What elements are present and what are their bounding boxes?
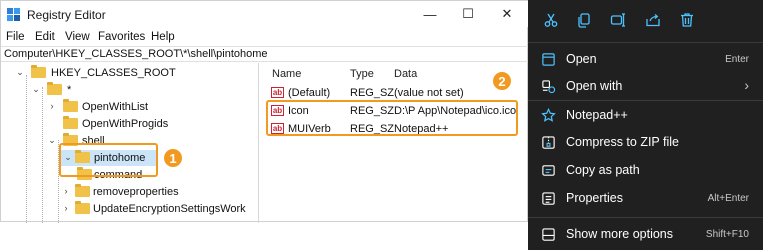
menu-help[interactable]: Help <box>151 31 175 43</box>
chevron-right-icon: › <box>744 77 749 93</box>
copy-button[interactable] <box>573 9 595 31</box>
menu-divider <box>528 42 763 43</box>
tree-item-updateencryptionsettingswork[interactable]: › UpdateEncryptionSettingsWork <box>1 201 258 217</box>
zip-icon <box>540 134 556 150</box>
step-badge-2: 2 <box>491 70 513 92</box>
menu-item-shortcut: Shift+F10 <box>705 229 749 240</box>
cut-button[interactable] <box>540 9 562 31</box>
menu-item-label: Properties <box>566 191 623 205</box>
rename-icon <box>610 13 625 27</box>
title-bar[interactable]: Registry Editor — ☐ ✕ <box>1 1 529 27</box>
tree-item-star[interactable]: ⌄ * <box>1 82 258 98</box>
folder-icon <box>47 82 62 95</box>
tree-item-label: HKEY_CLASSES_ROOT <box>51 67 176 79</box>
cut-icon <box>544 13 558 27</box>
open-with-icon <box>540 78 556 94</box>
menu-divider <box>528 217 763 218</box>
folder-icon <box>75 184 90 197</box>
open-icon <box>540 51 556 67</box>
registry-editor-icon <box>7 8 20 21</box>
quick-actions-bar <box>528 0 763 42</box>
step-badge-1: 1 <box>162 147 184 169</box>
delete-button[interactable] <box>676 9 698 31</box>
close-button[interactable]: ✕ <box>492 5 522 23</box>
folder-icon <box>75 201 90 214</box>
tree-item-label: UpdateEncryptionSettingsWork <box>93 203 246 215</box>
tree-item-label: OpenWithList <box>82 101 149 113</box>
address-bar[interactable]: Computer\HKEY_CLASSES_ROOT\*\shell\pinto… <box>1 46 529 62</box>
value-data: (value not set) <box>394 87 464 99</box>
context-menu: Open Enter Open with › Notepad++ Compres… <box>528 0 763 250</box>
chevron-right-icon[interactable]: › <box>61 203 71 213</box>
menu-item-label: Compress to ZIP file <box>566 135 680 149</box>
menu-bar: File Edit View Favorites Help <box>1 27 529 47</box>
column-header-data[interactable]: Data <box>394 68 417 80</box>
copy-icon <box>578 13 590 28</box>
string-value-icon: ab <box>271 87 284 98</box>
rename-button[interactable] <box>607 9 629 31</box>
more-options-icon <box>540 226 556 242</box>
value-row-default[interactable]: ab (Default) REG_SZ (value not set) <box>263 85 529 101</box>
star-icon <box>540 107 556 123</box>
menu-item-label: Show more options <box>566 227 674 241</box>
copy-path-icon <box>540 162 556 178</box>
value-name: (Default) <box>288 87 331 99</box>
column-header-name[interactable]: Name <box>272 68 301 80</box>
tree-item-openwithlist[interactable]: › OpenWithList <box>1 99 258 115</box>
chevron-right-icon[interactable]: › <box>61 186 71 196</box>
share-icon <box>646 14 660 27</box>
menu-favorites[interactable]: Favorites <box>98 31 145 43</box>
menu-item-copy-as-path[interactable]: Copy as path <box>528 156 763 183</box>
minimize-button[interactable]: — <box>415 5 445 23</box>
maximize-button[interactable]: ☐ <box>453 5 483 23</box>
properties-icon <box>540 190 556 206</box>
chevron-down-icon[interactable]: ⌄ <box>47 135 57 146</box>
window-title: Registry Editor <box>27 8 106 22</box>
share-button[interactable] <box>642 9 664 31</box>
value-type: REG_SZ <box>350 87 395 99</box>
column-header-type[interactable]: Type <box>350 68 374 80</box>
maximize-icon: ☐ <box>462 6 474 21</box>
folder-icon <box>31 65 46 78</box>
menu-view[interactable]: View <box>65 31 90 43</box>
tree-item-hkey-classes-root[interactable]: ⌄ HKEY_CLASSES_ROOT <box>1 65 258 81</box>
menu-item-label: Open with <box>566 79 623 93</box>
menu-item-open[interactable]: Open Enter <box>528 45 763 72</box>
menu-item-shortcut: Enter <box>725 54 749 65</box>
chevron-down-icon[interactable]: ⌄ <box>15 67 25 78</box>
menu-item-label: Notepad++ <box>566 108 628 122</box>
menu-item-compress-zip[interactable]: Compress to ZIP file <box>528 128 763 155</box>
chevron-right-icon[interactable]: › <box>47 101 57 111</box>
menu-item-notepad-plus-plus[interactable]: Notepad++ <box>528 101 763 128</box>
menu-item-properties[interactable]: Properties Alt+Enter <box>528 184 763 211</box>
folder-icon <box>63 116 78 129</box>
delete-icon <box>681 13 693 27</box>
menu-edit[interactable]: Edit <box>35 31 55 43</box>
tree-item-label: * <box>67 84 72 96</box>
menu-item-label: Copy as path <box>566 163 640 177</box>
chevron-down-icon[interactable]: ⌄ <box>31 84 41 95</box>
tree-item-openwithprogids[interactable]: OpenWithProgids <box>1 116 258 132</box>
tree-item-label: removeproperties <box>93 186 179 198</box>
menu-item-label: Open <box>566 52 597 66</box>
values-pane[interactable]: Name Type Data ab (Default) REG_SZ (valu… <box>263 63 529 223</box>
menu-file[interactable]: File <box>6 31 25 43</box>
highlight-box-values <box>266 100 518 136</box>
menu-item-open-with[interactable]: Open with › <box>528 72 763 99</box>
menu-item-show-more-options[interactable]: Show more options Shift+F10 <box>528 220 763 247</box>
folder-icon <box>63 99 78 112</box>
close-icon: ✕ <box>501 6 513 21</box>
tree-item-removeproperties[interactable]: › removeproperties <box>1 184 258 200</box>
highlight-box-pintohome <box>59 143 158 177</box>
tree-item-label: OpenWithProgids <box>82 118 169 130</box>
menu-item-shortcut: Alt+Enter <box>707 193 749 204</box>
minimize-icon: — <box>423 6 437 22</box>
